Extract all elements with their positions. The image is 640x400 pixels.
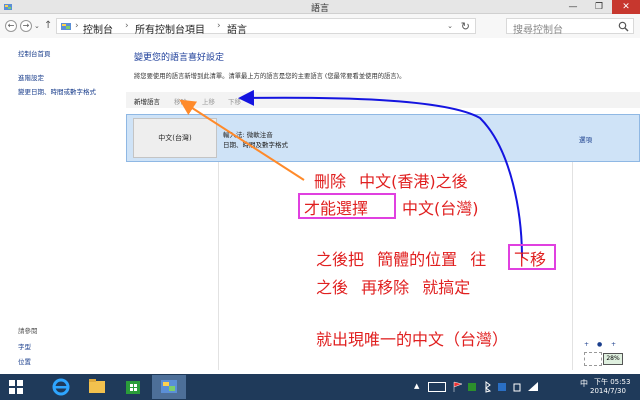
annotation-text: 就搞定 [422, 278, 471, 297]
keyboard-icon[interactable] [428, 382, 446, 392]
percent-badge: 28% [603, 353, 623, 365]
annotation-text: 中文(香港)之後 [359, 172, 468, 191]
annotation-line1: 刪除 中文(香港)之後 [314, 168, 468, 192]
annotation-line3-boxed: 下移 [514, 250, 547, 269]
file-explorer-icon[interactable] [80, 375, 114, 399]
plus-icon[interactable]: + [584, 341, 589, 348]
security-icon [498, 383, 506, 391]
clock-date[interactable]: 2014/7/30 [590, 387, 626, 395]
orange-arrow [179, 99, 305, 181]
show-hidden-icons-button[interactable]: ▲ [414, 382, 419, 390]
tray-icons [453, 381, 538, 393]
plus-icon[interactable]: + [611, 341, 616, 348]
annotation-text: 往 [470, 250, 487, 269]
taskbar: ▲ 中 下午 05:53 2014/7/30 [0, 374, 640, 400]
app-tray-icon [468, 383, 476, 391]
annotation-line4: 之後 再移除 就搞定 [316, 274, 470, 298]
battery-icon [513, 383, 521, 392]
annotation-line2-rest: 中文(台灣) [402, 199, 479, 218]
annotation-text: 之後把 [316, 250, 365, 269]
network-icon [528, 382, 538, 391]
flag-icon [453, 381, 463, 392]
annotation-line3: 之後把 簡體的位置 往 [316, 246, 486, 270]
windows-start-icon[interactable] [8, 379, 24, 395]
store-icon[interactable] [116, 375, 150, 399]
annotation-text: 簡體的位置 [377, 250, 458, 269]
annotation-text: 之後 [316, 278, 349, 297]
annotation-line2-boxed: 才能選擇 [304, 199, 369, 218]
annotation-line5: 就出現唯一的中文（台灣） [316, 330, 509, 349]
annotation-text: 刪除 [314, 172, 347, 191]
annotation-text: 再移除 [361, 278, 410, 297]
bluetooth-icon [485, 381, 492, 393]
mini-graph [584, 352, 602, 366]
dot-icon[interactable]: ● [597, 341, 602, 348]
internet-explorer-icon[interactable] [44, 375, 78, 399]
ime-mode-indicator[interactable]: 中 [580, 378, 588, 389]
control-panel-taskbar-icon[interactable] [152, 375, 186, 399]
clock-time[interactable]: 下午 05:53 [594, 377, 630, 387]
